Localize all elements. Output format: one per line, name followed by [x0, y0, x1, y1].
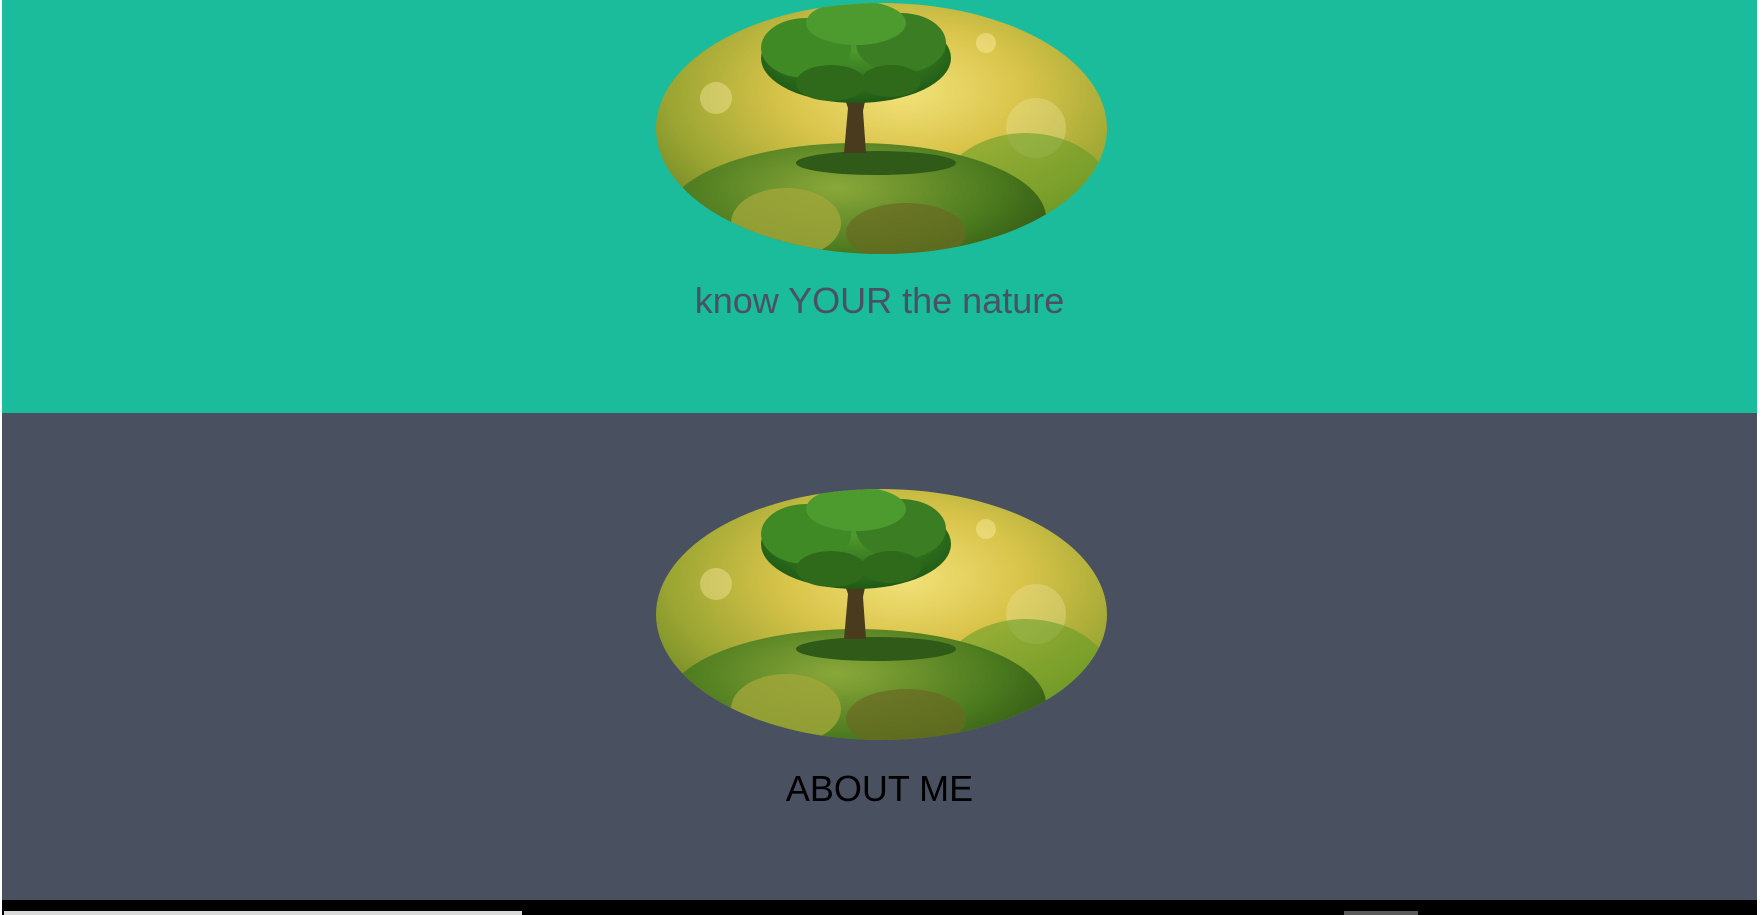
hero-section: know YOUR the nature [2, 0, 1757, 413]
scrollbar-thumb[interactable] [4, 911, 522, 915]
about-tree-image [656, 489, 1107, 740]
hero-tree-image [656, 3, 1107, 254]
horizontal-scrollbar[interactable] [2, 900, 1757, 915]
about-heading: ABOUT ME [785, 768, 974, 809]
page: know YOUR the nature ABOUT ME [2, 0, 1757, 915]
about-section: ABOUT ME [2, 413, 1757, 900]
tree-on-hand-image [656, 3, 1107, 254]
scrollbar-track-marker [1344, 911, 1418, 915]
hero-heading: know YOUR the nature [694, 280, 1065, 321]
page-edge [1757, 0, 1761, 915]
tree-on-hand-image [656, 489, 1107, 740]
